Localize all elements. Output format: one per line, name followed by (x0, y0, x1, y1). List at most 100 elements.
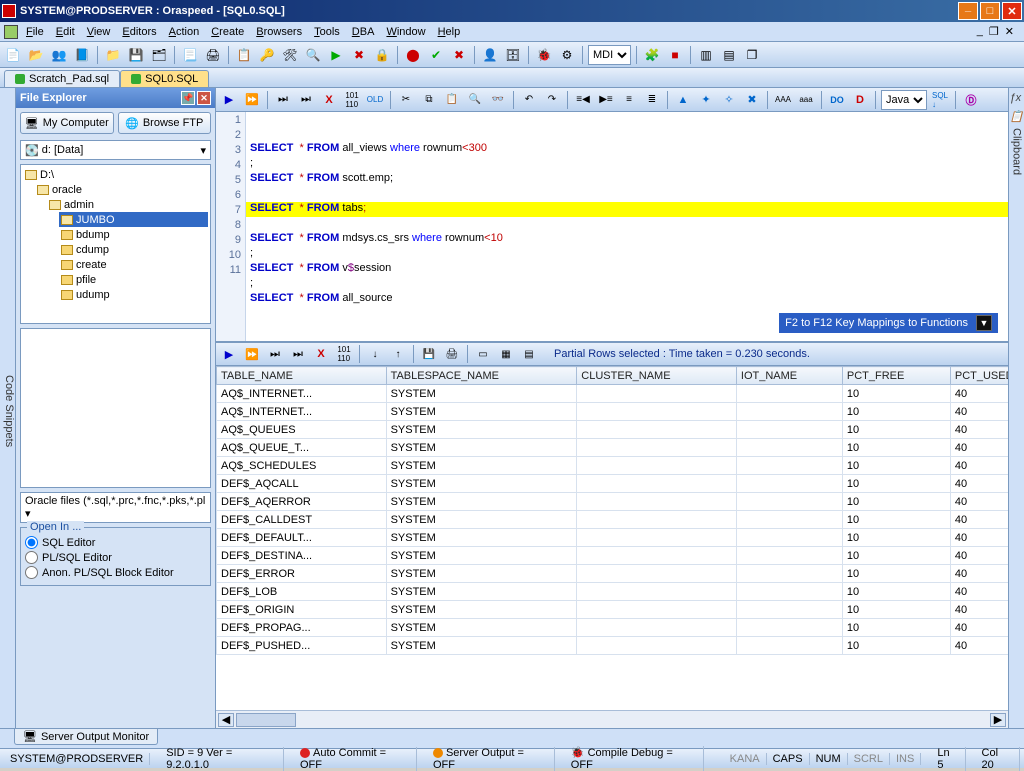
res-all-icon[interactable]: ⏩ (242, 344, 262, 364)
tab-sql0.sql[interactable]: SQL0.SQL (120, 70, 209, 87)
mdi-minimize-icon[interactable]: _ (977, 25, 983, 38)
code-snippets-rail[interactable]: Code Snippets (0, 88, 16, 728)
horizontal-scrollbar[interactable]: ◀ ▶ (216, 710, 1008, 728)
mdi-select[interactable]: MDI (588, 45, 631, 65)
openin-radio[interactable]: Anon. PL/SQL Block Editor (25, 566, 206, 579)
column-header[interactable]: CLUSTER_NAME (577, 367, 737, 385)
outdent-icon[interactable]: ≡◀ (573, 90, 593, 110)
clipboard-rail[interactable]: Clipboard (1011, 128, 1023, 175)
indent-icon[interactable]: ▶≡ (596, 90, 616, 110)
openin-radio[interactable]: SQL Editor (25, 536, 206, 549)
panel-close-icon[interactable]: ✕ (197, 91, 211, 105)
res-grid1-icon[interactable]: ▭ (473, 344, 493, 364)
column-header[interactable]: TABLE_NAME (217, 367, 387, 385)
server-output-tab[interactable]: 🖥 Server Output Monitor (14, 729, 158, 745)
tree-node[interactable]: udump (59, 287, 208, 302)
table-row[interactable]: AQ$_QUEUESSYSTEM10401255 (217, 421, 1009, 439)
openin-radio[interactable]: PL/SQL Editor (25, 551, 206, 564)
exec-all-icon[interactable]: ⏩ (242, 90, 262, 110)
column-header[interactable]: TABLESPACE_NAME (386, 367, 577, 385)
menu-create[interactable]: Create (205, 25, 250, 39)
person-icon[interactable]: 👤 (480, 45, 500, 65)
menu-editors[interactable]: Editors (116, 25, 162, 39)
folder-tree[interactable]: D:\oracleadminJUMBObdumpcdumpcreatepfile… (20, 164, 211, 324)
x-icon[interactable]: X (319, 90, 339, 110)
column-header[interactable]: IOT_NAME (736, 367, 842, 385)
maximize-button[interactable] (980, 2, 1000, 20)
tree-node[interactable]: cdump (59, 242, 208, 257)
clear-bm-icon[interactable]: ✖ (742, 90, 762, 110)
menu-browsers[interactable]: Browsers (250, 25, 308, 39)
tree-node[interactable]: admin (47, 197, 208, 212)
open2-icon[interactable]: 📁 (103, 45, 123, 65)
mdi-restore-icon[interactable]: ❐ (989, 25, 999, 38)
table-row[interactable]: DEF$_LOBSYSTEM10401255 (217, 583, 1009, 601)
res-plan-icon[interactable]: ⏭ (265, 344, 285, 364)
table-row[interactable]: AQ$_INTERNET...SYSTEM10401255 (217, 385, 1009, 403)
cancel-icon[interactable]: ✖ (349, 45, 369, 65)
table-row[interactable]: DEF$_PUSHED...SYSTEM10401255 (217, 637, 1009, 655)
pin-icon[interactable]: 📌 (181, 91, 195, 105)
tree-node[interactable]: JUMBO (59, 212, 208, 227)
bookmark-icon[interactable]: ▲ (673, 90, 693, 110)
d2-icon[interactable]: Ⓓ (961, 90, 981, 110)
menu-view[interactable]: View (81, 25, 117, 39)
menu-help[interactable]: Help (432, 25, 467, 39)
chevron-down-icon[interactable] (976, 315, 992, 331)
users-icon[interactable]: 👥 (49, 45, 69, 65)
res-print-icon[interactable]: 🖨 (442, 344, 462, 364)
print-icon[interactable]: 🖨 (203, 45, 223, 65)
table-row[interactable]: DEF$_AQERRORSYSTEM10401255 (217, 493, 1009, 511)
sql-editor[interactable]: 1234567891011 SELECT * FROM all_views wh… (216, 112, 1008, 342)
new-icon[interactable]: 📄 (3, 45, 23, 65)
redo-icon[interactable]: ↷ (542, 90, 562, 110)
column-header[interactable]: PCT_USED (950, 367, 1008, 385)
table-row[interactable]: DEF$_ORIGINSYSTEM10401255 (217, 601, 1009, 619)
prev-bm-icon[interactable]: ✧ (719, 90, 739, 110)
menu-window[interactable]: Window (380, 25, 431, 39)
db-icon[interactable]: 🗄 (503, 45, 523, 65)
save-icon[interactable]: 💾 (126, 45, 146, 65)
nums-icon[interactable]: 101110 (342, 90, 362, 110)
column-header[interactable]: PCT_FREE (842, 367, 950, 385)
doc-icon[interactable]: 📃 (180, 45, 200, 65)
menu-dba[interactable]: DBA (346, 25, 381, 39)
key-mapping-hint[interactable]: F2 to F12 Key Mappings to Functions (779, 313, 998, 333)
left-align-icon[interactable]: ≡ (619, 90, 639, 110)
lower-icon[interactable]: aaa (796, 90, 816, 110)
tree-node[interactable]: create (59, 257, 208, 272)
menu-tools[interactable]: Tools (308, 25, 346, 39)
d-icon[interactable]: D (850, 90, 870, 110)
table-row[interactable]: AQ$_QUEUE_T...SYSTEM10401255 (217, 439, 1009, 457)
tile-v-icon[interactable]: ▤ (719, 45, 739, 65)
plan2-icon[interactable]: ⏭ (296, 90, 316, 110)
saveall-icon[interactable]: 🗂 (149, 45, 169, 65)
fx-icon[interactable]: ƒx (1010, 92, 1024, 106)
scroll-left-icon[interactable]: ◀ (218, 713, 234, 727)
upper-icon[interactable]: AAA (773, 90, 793, 110)
rollback-icon[interactable]: ✖ (449, 45, 469, 65)
table-row[interactable]: DEF$_PROPAG...SYSTEM10401255 (217, 619, 1009, 637)
stop-icon[interactable]: ⬤ (403, 45, 423, 65)
stop2-icon[interactable]: ■ (665, 45, 685, 65)
tree-node[interactable]: D:\ (23, 167, 208, 182)
copy-icon[interactable]: ⧉ (419, 90, 439, 110)
file-list[interactable] (20, 328, 211, 488)
my-computer-button[interactable]: 🖥 My Computer (20, 112, 114, 134)
tree-node[interactable]: bdump (59, 227, 208, 242)
language-select[interactable]: Java (881, 90, 927, 110)
close-button[interactable] (1002, 2, 1022, 20)
find-icon[interactable]: 🔍 (465, 90, 485, 110)
run-icon[interactable]: ▶ (326, 45, 346, 65)
menu-action[interactable]: Action (163, 25, 206, 39)
table-row[interactable]: DEF$_ERRORSYSTEM10401255 (217, 565, 1009, 583)
table-row[interactable]: DEF$_AQCALLSYSTEM10401255 (217, 475, 1009, 493)
scroll-thumb[interactable] (236, 713, 296, 727)
cut-icon[interactable]: ✂ (396, 90, 416, 110)
tree-node[interactable]: pfile (59, 272, 208, 287)
cascade-icon[interactable]: ❐ (742, 45, 762, 65)
menu-edit[interactable]: Edit (50, 25, 81, 39)
refresh-icon[interactable]: 📋 (234, 45, 254, 65)
tab-scratch_pad.sql[interactable]: Scratch_Pad.sql (4, 70, 120, 87)
res-first-icon[interactable]: ▶ (219, 344, 239, 364)
